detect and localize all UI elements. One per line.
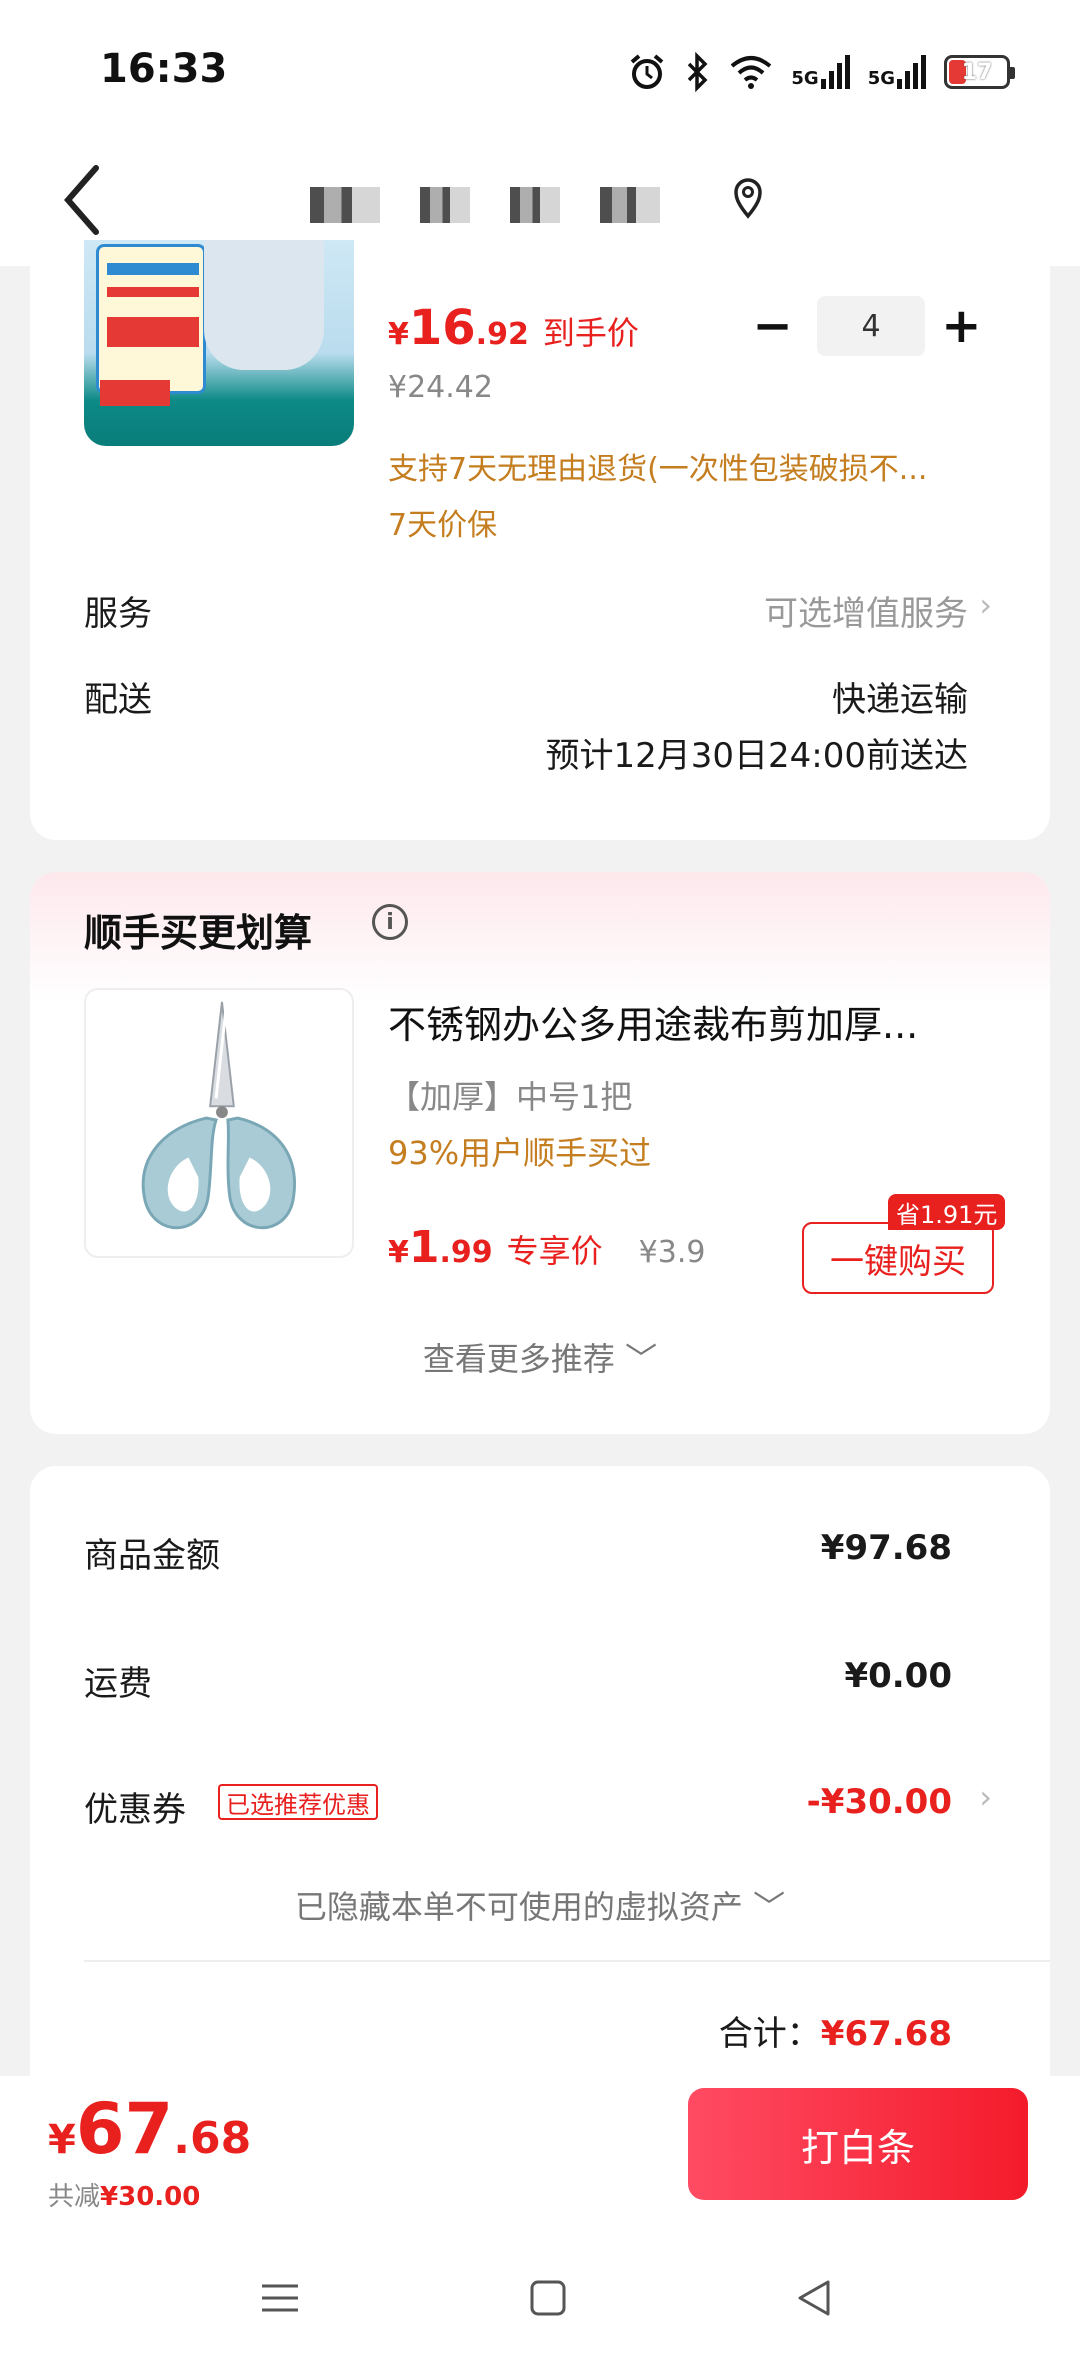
info-icon[interactable]: i bbox=[372, 904, 408, 940]
alarm-icon bbox=[631, 54, 664, 89]
coupon-label: 优惠券 bbox=[84, 1790, 186, 1830]
order-summary-card: 商品金额 ¥97.68 运费 ¥0.00 优惠券 已选推荐优惠 -¥30.00 … bbox=[30, 1466, 1050, 2086]
shipping-value: ¥0.00 bbox=[844, 1656, 952, 1696]
total-line: 合计：¥67.68 bbox=[719, 2006, 952, 2055]
scissors-product-image[interactable] bbox=[84, 988, 354, 1258]
back-triangle-icon[interactable] bbox=[790, 2274, 838, 2322]
product-thumbnail[interactable] bbox=[84, 240, 354, 446]
back-icon[interactable] bbox=[56, 160, 116, 240]
goods-amount-label: 商品金额 bbox=[84, 1536, 220, 1576]
delivery-eta: 预计12月30日24:00前送达 bbox=[545, 736, 968, 776]
home-icon[interactable] bbox=[524, 2274, 572, 2322]
location-pin-icon[interactable] bbox=[730, 176, 766, 220]
product-card: ¥16.92 到手价 ¥24.42 − 4 + 支持7天无理由退货(一次性包装破损… bbox=[30, 240, 1050, 840]
system-nav-bar bbox=[0, 2222, 1080, 2373]
service-label: 服务 bbox=[84, 594, 152, 634]
addon-social-proof: 93%用户顺手买过 bbox=[388, 1134, 652, 1172]
coupon-value[interactable]: -¥30.00 bbox=[807, 1782, 952, 1822]
bluetooth-icon bbox=[688, 52, 708, 92]
blurred-text bbox=[310, 187, 380, 223]
status-icons: 5G 5G 17 bbox=[627, 48, 1015, 96]
chevron-right-icon[interactable]: › bbox=[979, 586, 992, 624]
checkout-bar: ¥67.68 共减¥30.00 打白条 bbox=[0, 2076, 1080, 2222]
total-label: 合计： bbox=[718, 2014, 821, 2054]
hidden-assets-toggle[interactable]: 已隐藏本单不可使用的虚拟资产 ﹀ bbox=[30, 1882, 1050, 1928]
signal-icon-1: 5G bbox=[791, 55, 850, 89]
status-bar: 16:33 5G 5G 17 bbox=[0, 0, 1080, 140]
nav-title-blurred bbox=[310, 180, 690, 230]
coupon-tag: 已选推荐优惠 bbox=[218, 1784, 378, 1820]
status-time: 16:33 bbox=[100, 46, 228, 92]
addon-product-spec[interactable]: 【加厚】中号1把 bbox=[388, 1072, 632, 1118]
menu-icon[interactable] bbox=[256, 2274, 304, 2322]
addon-card: 顺手买更划算 i 不锈钢办公多用途裁布剪加厚... 【加厚】中号1把 93%用户… bbox=[30, 872, 1050, 1434]
more-recommendations-link[interactable]: 查看更多推荐 ﹀ bbox=[30, 1334, 1050, 1380]
pay-button[interactable]: 打白条 bbox=[688, 2088, 1028, 2200]
quantity-plus-button[interactable]: + bbox=[941, 296, 982, 356]
delivery-method: 快递运输 bbox=[832, 680, 968, 720]
goods-amount-value: ¥97.68 bbox=[820, 1528, 952, 1568]
addon-original-price: ¥3.9 bbox=[638, 1235, 706, 1270]
quantity-input[interactable]: 4 bbox=[817, 296, 925, 356]
shipping-label: 运费 bbox=[84, 1664, 152, 1704]
blurred-text bbox=[600, 187, 660, 223]
save-badge: 省1.91元 bbox=[888, 1194, 1006, 1230]
return-policy[interactable]: 支持7天无理由退货(一次性包装破损不... bbox=[388, 444, 927, 488]
quantity-stepper[interactable]: − 4 + bbox=[752, 296, 982, 356]
footer-discount: 共减¥30.00 bbox=[48, 2182, 201, 2212]
one-click-buy-button[interactable]: 一键购买 bbox=[802, 1222, 994, 1294]
wifi-icon bbox=[731, 56, 772, 89]
service-value[interactable]: 可选增值服务 bbox=[764, 586, 968, 635]
blurred-text bbox=[510, 187, 560, 223]
addon-price: ¥1.99 专享价 ¥3.9 bbox=[388, 1222, 706, 1273]
battery-icon: 17 bbox=[944, 55, 1015, 89]
delivery-label: 配送 bbox=[84, 680, 152, 720]
divider bbox=[84, 1960, 1050, 1962]
chevron-right-icon[interactable]: › bbox=[979, 1778, 992, 1816]
total-value: ¥67.68 bbox=[820, 2014, 952, 2054]
addon-title: 顺手买更划算 bbox=[84, 911, 313, 955]
signal-icon-2: 5G bbox=[868, 55, 926, 89]
product-original-price: ¥24.42 bbox=[388, 370, 493, 405]
blurred-text bbox=[420, 187, 470, 223]
addon-product-name[interactable]: 不锈钢办公多用途裁布剪加厚... bbox=[388, 994, 1008, 1049]
battery-level: 17 bbox=[961, 59, 993, 85]
product-price: ¥16.92 到手价 bbox=[388, 300, 639, 356]
quantity-minus-button[interactable]: − bbox=[752, 296, 793, 356]
footer-total-price: ¥67.68 bbox=[48, 2088, 252, 2170]
price-protection: 7天价保 bbox=[388, 508, 498, 543]
